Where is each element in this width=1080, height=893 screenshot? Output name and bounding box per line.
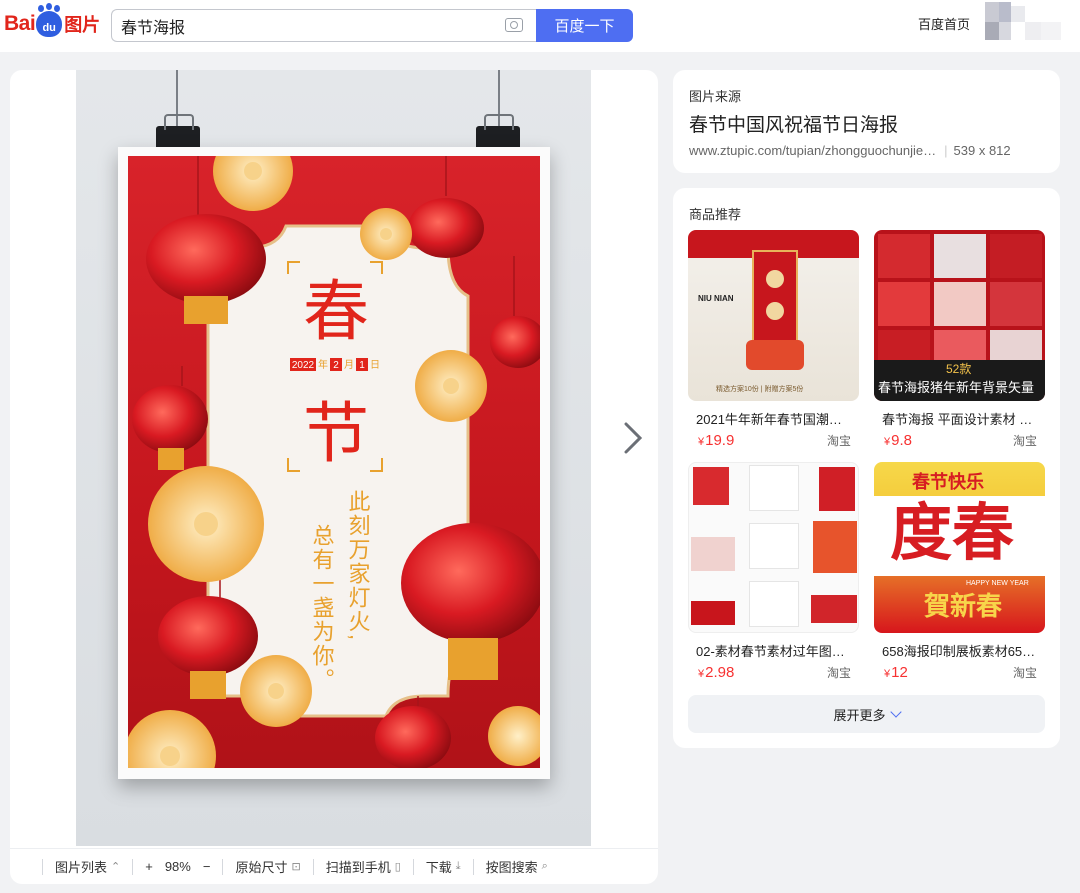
product-card[interactable]: 02-素材春节素材过年图… ¥2.98 淘宝 <box>688 462 859 681</box>
currency-symbol: ¥ <box>884 668 891 680</box>
price-value: 12 <box>891 664 908 681</box>
poster-date-day-unit: 日 <box>370 360 380 371</box>
product-shop: 淘宝 <box>1012 666 1037 680</box>
fit-size-icon: ⊡ <box>291 861 301 873</box>
source-url-link[interactable]: www.ztupic.com/tupian/zhongguochunjie… <box>689 143 936 158</box>
poster-date-month: 2 <box>333 360 339 371</box>
poster-verse-line-1: 此刻万家灯火, <box>346 490 371 642</box>
currency-symbol: ¥ <box>698 436 705 448</box>
currency-symbol: ¥ <box>884 436 891 448</box>
product-shop: 淘宝 <box>826 666 851 680</box>
poster-date-month-unit: 月 <box>344 359 354 371</box>
product-card[interactable]: NIU NIAN 精选方案10份 | 附赠方案5份 2021牛年新年春节国潮民…… <box>688 230 859 449</box>
poster-date-year: 2022 <box>292 360 315 371</box>
thumb-big-text: 度春 <box>890 499 1015 568</box>
thumb-caption: 精选方案10份 | 附赠方案5份 <box>716 386 804 393</box>
chevron-down-icon <box>889 706 902 718</box>
download-icon: ⤓ <box>455 860 461 872</box>
original-size-label: 原始尺寸 <box>235 860 288 875</box>
product-price: ¥12 <box>884 664 908 681</box>
image-search-icon: ⌕ <box>541 860 548 872</box>
thumb-caption: 春节海报猪年新年背景矢量 <box>878 380 1035 395</box>
product-name: 春节海报 平面设计素材 … <box>882 412 1033 427</box>
poster-title-char-2: 节 <box>303 395 369 472</box>
source-title[interactable]: 春节中国风祝福节日海报 <box>689 110 898 137</box>
poster-date-day: 1 <box>359 360 365 371</box>
show-more-label: 展开更多 <box>833 707 886 723</box>
price-value: 19.9 <box>705 432 735 449</box>
price-value: 2.98 <box>705 664 735 681</box>
scan-to-phone-button[interactable]: 扫描到手机 ▯ <box>312 858 413 875</box>
product-thumbnail <box>688 462 859 633</box>
product-name: 2021牛年新年春节国潮民… <box>696 412 853 427</box>
search-button[interactable]: 百度一下 <box>536 9 633 42</box>
logo-du: du <box>42 22 56 34</box>
image-list-label: 图片列表 <box>55 860 108 875</box>
top-bar: Bai du 图片 百度一下 百度首页 <box>0 0 1080 52</box>
product-thumbnail: 春节快乐 度春 賀新春 HAPPY NEW YEAR <box>874 462 1045 633</box>
product-thumbnail: 52款 春节海报猪年新年背景矢量 <box>874 230 1045 401</box>
product-thumbnail: NIU NIAN 精选方案10份 | 附赠方案5份 <box>688 230 859 401</box>
search-box <box>111 9 537 42</box>
search-by-image-button[interactable]: 按图搜索 ⌕ <box>472 858 560 875</box>
zoom-control: + 98% − <box>132 858 222 875</box>
thumb-badge: 52款 <box>946 362 972 376</box>
avatar[interactable] <box>985 2 1063 42</box>
product-price: ¥19.9 <box>698 432 734 449</box>
poster-title-char-1: 春 <box>303 273 369 350</box>
source-label: 图片来源 <box>689 89 742 104</box>
product-price: ¥2.98 <box>698 664 734 681</box>
phone-icon: ▯ <box>394 861 401 873</box>
search-input[interactable] <box>112 10 482 41</box>
logo-image-text: 图片 <box>64 15 101 35</box>
thumb-text: NIU NIAN <box>698 294 734 303</box>
scan-to-phone-label: 扫描到手机 <box>325 860 391 875</box>
download-label: 下载 <box>425 860 452 875</box>
show-more-button[interactable]: 展开更多 <box>688 695 1045 733</box>
recommendations-title: 商品推荐 <box>689 207 742 222</box>
thumb-greeting: 賀新春 <box>924 592 1003 622</box>
thumb-happy-text: HAPPY NEW YEAR <box>966 580 1029 587</box>
paw-icon: du <box>36 5 63 37</box>
product-shop: 淘宝 <box>1012 434 1037 448</box>
product-price: ¥9.8 <box>884 432 912 449</box>
next-image-arrow-icon[interactable] <box>622 420 646 456</box>
original-size-button[interactable]: 原始尺寸 ⊡ <box>222 858 312 875</box>
product-recommendations-card: 商品推荐 NIU NIAN 精选方案10份 | 附赠方案5份 2021牛年新年春… <box>673 188 1060 748</box>
baidu-image-logo[interactable]: Bai du 图片 <box>4 5 101 40</box>
image-viewer: 春 节 2022 年 2 月 1 日 此刻万家灯火, 总有一盏为你。 图片列表 … <box>10 70 658 884</box>
zoom-value: 98% <box>164 859 191 874</box>
product-name: 658海报印制展板素材65… <box>882 644 1036 659</box>
zoom-in-button[interactable]: + <box>145 859 153 874</box>
logo-bai: Bai <box>4 12 36 35</box>
chevron-circle-icon: ⌃ <box>111 861 121 873</box>
product-card[interactable]: 春节快乐 度春 賀新春 HAPPY NEW YEAR 658海报印制展板素材65… <box>874 462 1045 681</box>
camera-icon[interactable] <box>505 18 523 32</box>
poster-artwork: 春 节 2022 年 2 月 1 日 此刻万家灯火, 总有一盏为你。 <box>128 156 540 768</box>
image-source-card: 图片来源 春节中国风祝福节日海报 www.ztupic.com/tupian/z… <box>673 70 1060 173</box>
image-dimensions: 539 x 812 <box>953 143 1011 158</box>
poster-date-year-unit: 年 <box>318 358 328 371</box>
viewer-toolbar: 图片列表 ⌃ + 98% − 原始尺寸 ⊡ 扫描到手机 ▯ 下载 ⤓ 按图搜索 … <box>10 848 658 884</box>
image-list-button[interactable]: 图片列表 ⌃ <box>42 858 132 875</box>
poster-image: 春 节 2022 年 2 月 1 日 此刻万家灯火, 总有一盏为你。 <box>128 156 540 768</box>
image-stage: 春 节 2022 年 2 月 1 日 此刻万家灯火, 总有一盏为你。 <box>76 70 591 846</box>
baidu-home-link[interactable]: 百度首页 <box>918 14 970 33</box>
currency-symbol: ¥ <box>698 668 705 680</box>
poster-verse-line-2: 总有一盏为你。 <box>310 524 335 692</box>
search-by-image-label: 按图搜索 <box>485 860 538 875</box>
price-value: 9.8 <box>891 432 912 449</box>
zoom-out-button[interactable]: − <box>203 859 211 874</box>
poster-frame[interactable]: 春 节 2022 年 2 月 1 日 此刻万家灯火, 总有一盏为你。 <box>118 147 550 779</box>
product-card[interactable]: 52款 春节海报猪年新年背景矢量 春节海报 平面设计素材 … ¥9.8 淘宝 <box>874 230 1045 449</box>
product-shop: 淘宝 <box>826 434 851 448</box>
download-button[interactable]: 下载 ⤓ <box>412 858 473 875</box>
thumb-top-text: 春节快乐 <box>912 472 984 492</box>
product-name: 02-素材春节素材过年图… <box>696 644 845 659</box>
source-url-row: www.ztupic.com/tupian/zhongguochunjie… | 5… <box>689 143 1011 158</box>
